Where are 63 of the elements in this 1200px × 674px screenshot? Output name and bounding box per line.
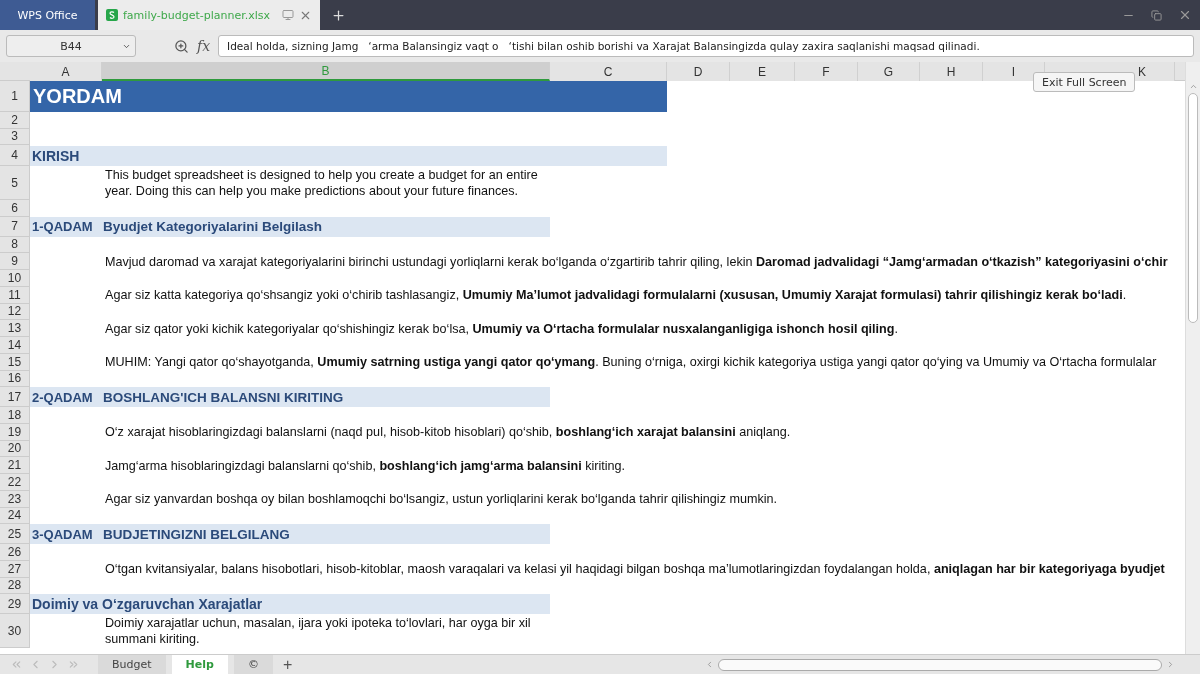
monitor-icon[interactable] bbox=[282, 9, 294, 21]
step-label: 3-QADAM bbox=[31, 526, 94, 542]
help-text: O‘tgan kvitansiyalar, balans hisobotlari, hisob-kitoblar, maosh varaqalari va kelasi yil haqidagi bilgan boshqa ma’lumotlaringizdan foydalangan holda, aniqlagan har bir kategoriyaga byudjet bbox=[105, 562, 1165, 576]
column-header[interactable]: E bbox=[730, 62, 795, 81]
column-header[interactable]: G bbox=[858, 62, 920, 81]
first-sheet-icon[interactable] bbox=[10, 658, 23, 671]
row-header[interactable]: 5 bbox=[0, 166, 30, 200]
row-header[interactable]: 25 bbox=[0, 524, 30, 544]
row-header[interactable]: 18 bbox=[0, 407, 30, 424]
column-header[interactable]: C bbox=[550, 62, 667, 81]
zoom-icon[interactable] bbox=[174, 38, 189, 54]
column-header[interactable]: F bbox=[795, 62, 858, 81]
scroll-right-icon[interactable] bbox=[1166, 660, 1175, 669]
row-header[interactable]: 17 bbox=[0, 387, 30, 407]
help-text: Agar siz katta kategoriya qo‘shsangiz yoki o‘chirib tashlasangiz, Umumiy Ma’lumot jadvalidagi formulalarni (xususan, Umumiy Xarajat formulasi) tahrir qilishingiz kerak bo‘ladi. bbox=[105, 288, 1127, 302]
step-label: 2-QADAM bbox=[31, 389, 94, 405]
name-box[interactable]: B44 bbox=[6, 35, 136, 57]
column-header[interactable]: D bbox=[667, 62, 730, 81]
step-heading: BUDJETINGIZNI BELGILANG bbox=[103, 526, 290, 542]
row-header[interactable]: 6 bbox=[0, 200, 30, 217]
help-text: MUHIM: Yangi qator qo‘shayotganda, Umumiy satrning ustiga yangi qator qo‘ymang. Buning o‘rniga, oxirgi kichik kategoriya ustiga yangi qator qo‘ying va Umumiy va O‘rtacha formulalar bbox=[105, 355, 1157, 369]
last-sheet-icon[interactable] bbox=[67, 658, 80, 671]
row-header[interactable]: 9 bbox=[0, 253, 30, 270]
row-header[interactable]: 26 bbox=[0, 544, 30, 561]
scroll-up-icon[interactable] bbox=[1188, 82, 1198, 91]
row-header[interactable]: 30 bbox=[0, 614, 30, 648]
help-text: Agar siz yanvardan boshqa oy bilan boshlamoqchi bo‘lsangiz, ustun yorliqlarini kerak bo‘lganda tahrir qilishingiz mumkin. bbox=[105, 492, 778, 506]
row-header[interactable]: 29 bbox=[0, 594, 30, 614]
exit-full-screen-tooltip[interactable]: Exit Full Screen bbox=[1033, 72, 1136, 92]
function-label[interactable]: fx bbox=[197, 38, 211, 54]
sheet-title: YORDAM bbox=[30, 81, 667, 112]
step-heading: BOSHLANG'ICH BALANSNI KIRITING bbox=[103, 389, 344, 405]
help-text: Doimiy xarajatlar uchun, masalan, ijara yoki ipoteka to‘lovlari, har oyga bir xil summani kiriting. bbox=[105, 615, 532, 647]
row-header[interactable]: 2 bbox=[0, 112, 30, 129]
help-text: O‘z xarajat hisoblaringizdagi balanslarni (naqd pul, hisob-kitob hisoblari) qo‘shib, boshlang‘ich xarajat balansini aniqlang. bbox=[105, 425, 791, 439]
row-header[interactable]: 22 bbox=[0, 474, 30, 491]
step-heading: Byudjet Kategoriyalarini Belgilash bbox=[103, 219, 323, 234]
step-label: 1-QADAM bbox=[31, 219, 94, 234]
help-text: Jamg‘arma hisoblaringizdagi balanslarni qo‘shib, boshlang‘ich jamg‘arma balansini kiriting. bbox=[105, 458, 626, 473]
column-header[interactable]: H bbox=[920, 62, 983, 81]
section-heading: Doimiy va O‘zgaruvchan Xarajatlar bbox=[30, 594, 550, 614]
row-header[interactable]: 13 bbox=[0, 320, 30, 337]
column-header[interactable]: A bbox=[30, 62, 102, 81]
app-tab[interactable]: WPS Office bbox=[0, 0, 95, 30]
help-text: Agar siz qator yoki kichik kategoriyalar qo‘shishingiz kerak bo‘lsa, Umumiy va O‘rtacha formulalar nusxalanganligiga ishonch hosil qiling. bbox=[105, 321, 898, 336]
sheet-tab[interactable]: © bbox=[233, 654, 273, 674]
row-header[interactable]: 4 bbox=[0, 145, 30, 166]
row-header[interactable]: 21 bbox=[0, 457, 30, 474]
help-text: Mavjud daromad va xarajat kategoriyalarini birinchi ustundagi yorliqlarni kerak bo‘lganda o‘zgartirib tahrir qiling, lekin Daromad jadvalidagi “Jamg‘armadan o‘tkazish” kategoriyasini o‘chir bbox=[105, 254, 1168, 269]
row-header[interactable]: 14 bbox=[0, 337, 30, 354]
row-header[interactable]: 10 bbox=[0, 270, 30, 287]
sheet-tab[interactable]: Help bbox=[171, 654, 228, 674]
section-heading: KIRISH bbox=[30, 145, 667, 166]
add-sheet-button[interactable]: + bbox=[278, 655, 297, 674]
spreadsheet-icon bbox=[106, 9, 118, 21]
formula-field[interactable]: Ideal holda, sizning Jamg ‘arma Balansingiz vaqt o ‘tishi bilan oshib borishi va Xarajat Balansingizda qulay zaxira saqlanishi maqsad qilinadi. bbox=[218, 35, 1194, 57]
row-header[interactable]: 7 bbox=[0, 216, 30, 237]
row-header[interactable]: 1 bbox=[0, 81, 30, 112]
sheet-tab[interactable]: Budget bbox=[98, 654, 166, 674]
vertical-scrollbar[interactable] bbox=[1185, 62, 1200, 654]
help-text: This budget spreadsheet is designed to help you create a budget for an entire year. Doing this can help you make predictions about your future finances. bbox=[105, 167, 539, 199]
horizontal-scrollbar[interactable] bbox=[705, 658, 1175, 671]
scroll-left-icon[interactable] bbox=[705, 660, 714, 669]
